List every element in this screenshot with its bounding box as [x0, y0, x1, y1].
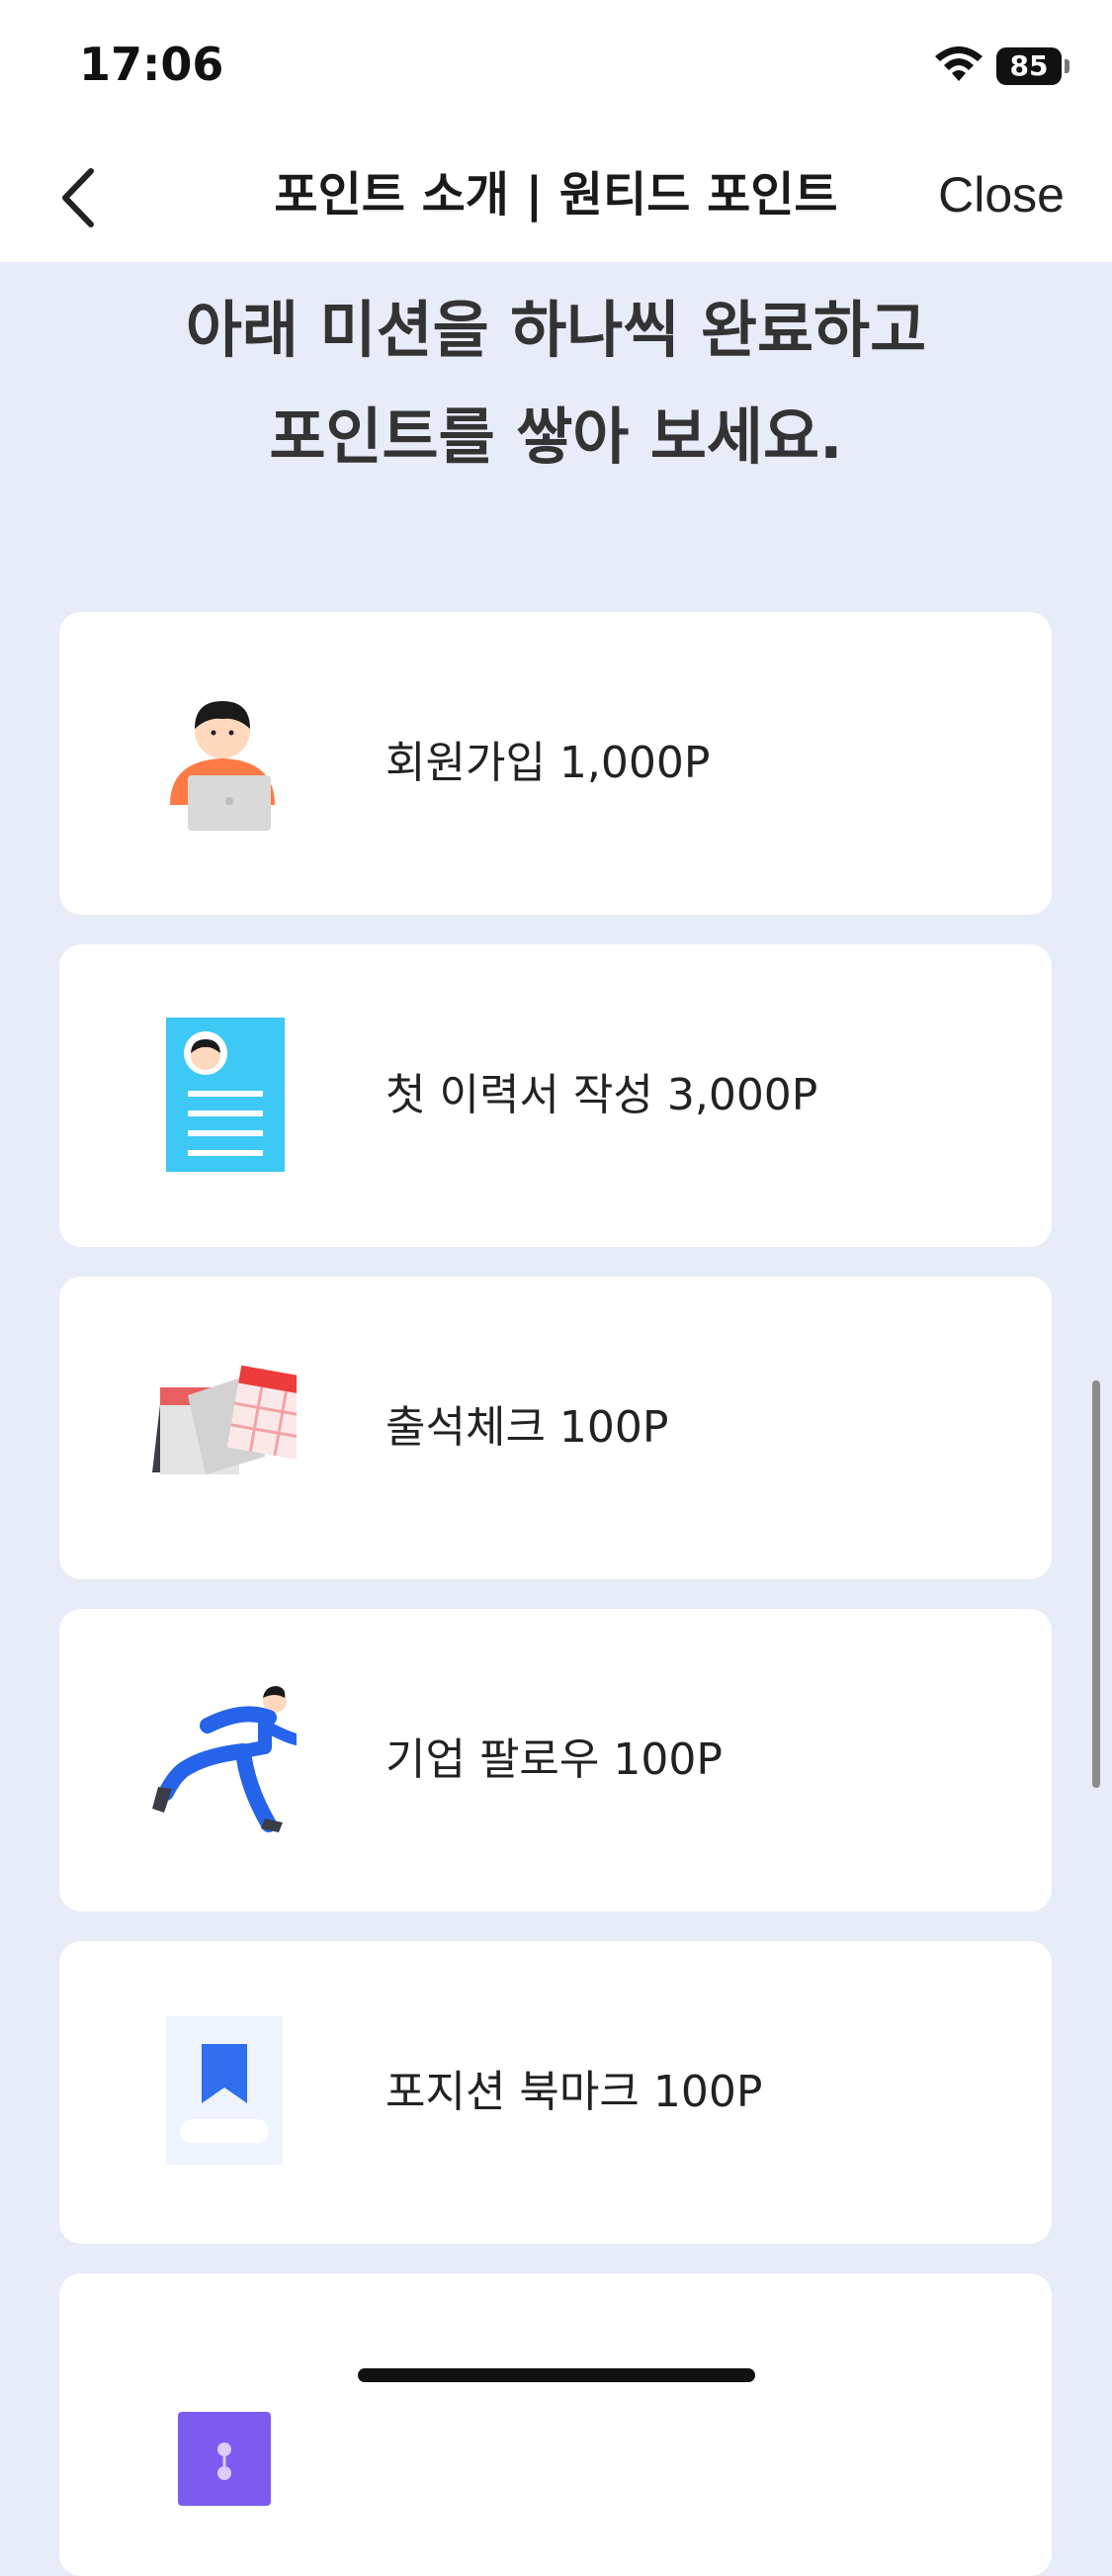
headline-line-2: 포인트를 쌓아 보세요.	[269, 400, 843, 473]
close-button[interactable]: Close	[938, 129, 1065, 262]
mission-card-partial[interactable]	[59, 2273, 1052, 2576]
mission-label: 첫 이력서 작성 3,000P	[385, 1070, 818, 1120]
mission-card-attendance[interactable]: 출석체크 100P	[59, 1277, 1052, 1579]
back-arrow-icon[interactable]	[49, 163, 119, 232]
headline: 아래 미션을 하나씩 완료하고 포인트를 쌓아 보세요.	[0, 277, 1112, 490]
resume-document-icon	[166, 1018, 285, 1172]
headline-line-1: 아래 미션을 하나씩 완료하고	[185, 294, 927, 366]
home-indicator[interactable]	[358, 2368, 755, 2382]
person-laptop-icon	[170, 701, 275, 831]
mission-label: 회원가입 1,000P	[385, 738, 711, 788]
mission-card-resume[interactable]: 첫 이력서 작성 3,000P	[59, 944, 1052, 1247]
mission-label: 포지션 북마크 100P	[385, 2067, 763, 2117]
mission-label: 출석체크 100P	[385, 1402, 669, 1453]
battery-icon: 85	[996, 47, 1071, 85]
nav-bar: 포인트 소개 | 원티드 포인트 Close	[0, 129, 1112, 262]
mission-card-follow[interactable]: 기업 팔로우 100P	[59, 1609, 1052, 1911]
battery-level: 85	[1009, 49, 1049, 82]
mission-label: 기업 팔로우 100P	[385, 1734, 723, 1785]
envelope-icon	[178, 2412, 271, 2506]
running-person-icon	[152, 1686, 297, 1832]
bookmark-icon	[166, 2016, 283, 2165]
scrollbar[interactable]	[1092, 1380, 1100, 1788]
status-bar: 17:06 85	[0, 0, 1112, 129]
mission-card-bookmark[interactable]: 포지션 북마크 100P	[59, 1941, 1052, 2244]
mission-card-signup[interactable]: 회원가입 1,000P	[59, 612, 1052, 915]
status-time: 17:06	[79, 38, 224, 91]
wifi-icon	[935, 46, 983, 81]
calendar-icon	[152, 1365, 297, 1474]
